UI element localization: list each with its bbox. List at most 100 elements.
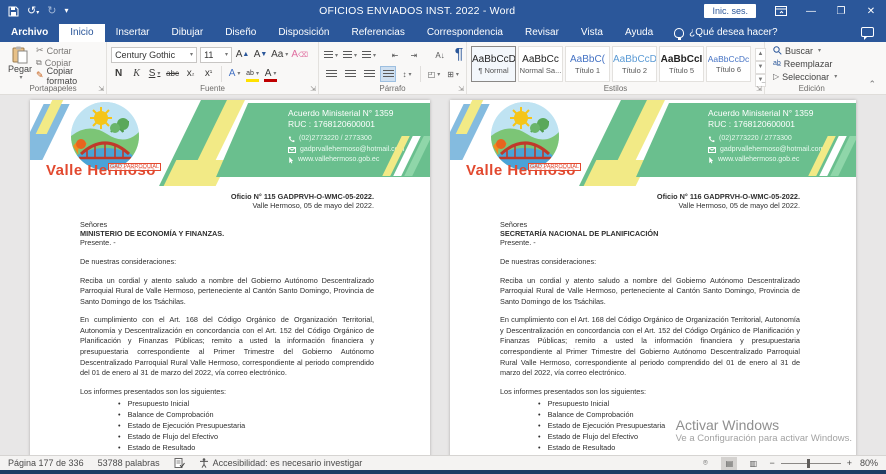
restore-button[interactable]: ❐ xyxy=(826,0,856,22)
format-painter-button[interactable]: ✎Copiar formato xyxy=(36,69,102,82)
bullets-icon[interactable]: ▾ xyxy=(323,47,339,63)
paragraph-dialog-launcher[interactable]: ⇲ xyxy=(458,85,464,93)
style-normal-sa[interactable]: AaBbCc Normal Sa... xyxy=(518,46,563,82)
save-icon[interactable] xyxy=(8,6,19,17)
grow-font-icon[interactable]: A▲ xyxy=(235,47,250,63)
strikethrough-button[interactable]: abc xyxy=(165,66,180,82)
zoom-thumb[interactable] xyxy=(807,459,810,468)
tab-dibujar[interactable]: Dibujar xyxy=(161,24,215,42)
org-subtitle: GAD PARROQUIAL xyxy=(108,163,161,171)
tab-ayuda[interactable]: Ayuda xyxy=(614,24,664,42)
tab-diseno[interactable]: Diseño xyxy=(214,24,267,42)
tab-correspondencia[interactable]: Correspondencia xyxy=(416,24,514,42)
multilevel-list-icon[interactable]: ▾ xyxy=(361,47,377,63)
page-1[interactable]: Acuerdo Ministerial N° 1359 RUC : 176812… xyxy=(30,100,430,456)
close-button[interactable]: ✕ xyxy=(856,0,886,22)
print-layout-icon[interactable]: ▤ xyxy=(721,457,737,470)
underline-button[interactable]: S▾ xyxy=(147,66,162,82)
zoom-slider[interactable]: − + xyxy=(769,458,852,468)
tab-vista[interactable]: Vista xyxy=(570,24,614,42)
style-normal[interactable]: AaBbCcD ¶ Normal xyxy=(471,46,516,82)
oficio-number: Oficio N° 116 GADPRVH-O-WMC-05-2022. xyxy=(500,192,800,201)
shading-icon[interactable]: ◰▾ xyxy=(426,66,442,82)
align-left-icon[interactable] xyxy=(323,66,339,82)
replace-button[interactable]: ab̲ Reemplazar xyxy=(773,58,837,69)
font-color-icon[interactable]: A▾ xyxy=(263,66,278,82)
font-size-combo[interactable]: 11▾ xyxy=(200,47,232,63)
group-fuente: Century Gothic▾ 11▾ A▲ A▼ Aa▾ A⌫ N K S▾ … xyxy=(107,42,319,94)
font-family-combo[interactable]: Century Gothic▾ xyxy=(111,47,197,63)
select-button[interactable]: ▷ Seleccionar▾ xyxy=(773,71,837,82)
group-estilos: AaBbCcD ¶ Normal AaBbCc Normal Sa... AaB… xyxy=(467,42,765,94)
page-indicator[interactable]: Página 177 de 336 xyxy=(8,458,84,468)
letter-body-2[interactable]: Oficio N° 116 GADPRVH-O-WMC-05-2022. Val… xyxy=(450,186,856,456)
numbering-icon[interactable]: ▾ xyxy=(342,47,358,63)
tab-referencias[interactable]: Referencias xyxy=(340,24,415,42)
tab-disposicion[interactable]: Disposición xyxy=(267,24,340,42)
ribbon-display-options-icon[interactable] xyxy=(766,0,796,22)
change-case-icon[interactable]: Aa▾ xyxy=(271,47,288,63)
document-canvas[interactable]: Acuerdo Ministerial N° 1359 RUC : 176812… xyxy=(0,95,886,456)
font-dialog-launcher[interactable]: ⇲ xyxy=(310,85,316,93)
justify-icon[interactable] xyxy=(380,66,396,82)
comments-icon[interactable] xyxy=(861,27,874,37)
bold-button[interactable]: N xyxy=(111,66,126,82)
sign-in-button[interactable]: Inic. ses. xyxy=(704,4,756,18)
increase-indent-icon[interactable]: ⇥ xyxy=(406,47,422,63)
clear-formatting-icon[interactable]: A⌫ xyxy=(291,47,308,63)
shrink-font-icon[interactable]: A▼ xyxy=(253,47,268,63)
scissors-icon: ✂ xyxy=(36,45,44,56)
customize-qat-icon[interactable]: ▾ xyxy=(64,7,68,15)
sort-icon[interactable]: A↓ xyxy=(432,47,448,63)
tab-inicio[interactable]: Inicio xyxy=(59,24,104,42)
borders-icon[interactable]: ⊞▾ xyxy=(445,66,461,82)
list-item: Estado de Ejecución Presupuestaria xyxy=(538,421,800,432)
paragraph: En cumplimiento con el Art. 168 del Códi… xyxy=(80,315,374,378)
collapse-ribbon-icon[interactable]: ⌃ xyxy=(858,75,886,94)
clipboard-dialog-launcher[interactable]: ⇲ xyxy=(98,85,104,93)
ribbon-inicio: Pegar▾ ✂Cortar ⧉Copiar ✎Copiar formato P… xyxy=(0,42,886,95)
page-2[interactable]: Acuerdo Ministerial N° 1359 RUC : 176812… xyxy=(450,100,856,456)
list-item: Estado de Resultado xyxy=(538,443,800,454)
tab-insertar[interactable]: Insertar xyxy=(105,24,161,42)
copy-icon: ⧉ xyxy=(36,58,42,68)
style-titulo-6[interactable]: AaBbCcDc Título 6 xyxy=(706,46,751,82)
zoom-in-icon[interactable]: + xyxy=(847,458,852,468)
show-marks-icon[interactable]: ¶ xyxy=(451,47,467,63)
superscript-button[interactable]: x¹ xyxy=(201,66,216,82)
cut-button[interactable]: ✂Cortar xyxy=(36,45,102,56)
minimize-button[interactable]: — xyxy=(796,0,826,22)
tell-me-box[interactable]: ¿Qué desea hacer? xyxy=(664,24,787,42)
phone-icon xyxy=(288,136,295,143)
proofing-icon[interactable] xyxy=(174,458,185,469)
read-mode-icon[interactable]: ⌾ xyxy=(697,457,713,470)
tab-archivo[interactable]: Archivo xyxy=(0,24,59,42)
paste-button[interactable]: Pegar▾ xyxy=(4,45,36,82)
highlight-color-icon[interactable]: ab▾ xyxy=(245,66,260,82)
paragraph: Los informes presentados son los siguien… xyxy=(500,387,800,398)
website-url: www.vallehermoso.gob.ec xyxy=(298,155,379,166)
accessibility-status[interactable]: Accesibilidad: es necesario investigar xyxy=(199,458,363,468)
letter-body-1[interactable]: Oficio N° 115 GADPRVH-O-WMC-05-2022. Val… xyxy=(30,186,430,454)
align-right-icon[interactable] xyxy=(361,66,377,82)
zoom-out-icon[interactable]: − xyxy=(769,458,774,468)
line-spacing-icon[interactable]: ↕▾ xyxy=(399,66,415,82)
text-effects-icon[interactable]: A▾ xyxy=(227,66,242,82)
replace-icon: ab̲ xyxy=(773,60,781,67)
style-titulo-2[interactable]: AaBbCcD Título 2 xyxy=(612,46,657,82)
subscript-button[interactable]: x₂ xyxy=(183,66,198,82)
zoom-level[interactable]: 80% xyxy=(860,458,878,468)
decrease-indent-icon[interactable]: ⇤ xyxy=(387,47,403,63)
italic-button[interactable]: K xyxy=(129,66,144,82)
find-button[interactable]: Buscar▾ xyxy=(773,45,837,56)
word-count[interactable]: 53788 palabras xyxy=(98,458,160,468)
undo-icon[interactable]: ↺▾ xyxy=(27,6,39,17)
align-center-icon[interactable] xyxy=(342,66,358,82)
tab-revisar[interactable]: Revisar xyxy=(514,24,570,42)
redo-icon[interactable]: ↻ xyxy=(47,6,56,17)
styles-dialog-launcher[interactable]: ⇲ xyxy=(756,85,762,93)
email-icon xyxy=(708,147,716,153)
style-titulo-5[interactable]: AaBbCcI Título 5 xyxy=(659,46,704,82)
web-layout-icon[interactable]: ▥ xyxy=(745,457,761,470)
style-titulo-1[interactable]: AaBbC( Título 1 xyxy=(565,46,610,82)
